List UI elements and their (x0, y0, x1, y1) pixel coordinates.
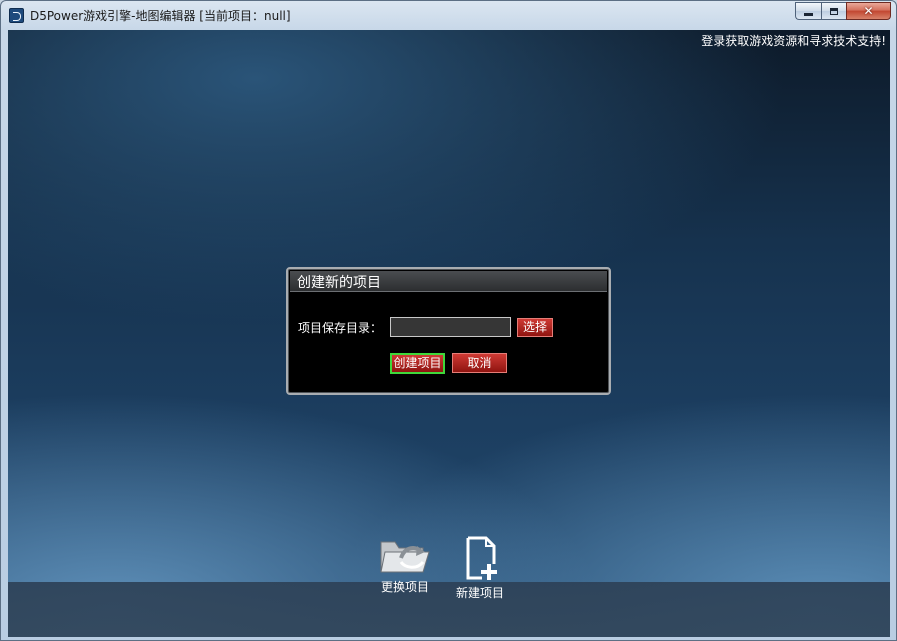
dialog-title: 创建新的项目 (297, 275, 381, 291)
save-directory-input[interactable] (390, 317, 511, 337)
window-title: D5Power游戏引擎-地图编辑器 [当前项目：null] (30, 9, 291, 23)
save-directory-label: 项目保存目录： (298, 321, 383, 335)
close-button[interactable]: ✕ (846, 2, 891, 20)
switch-project-label: 更换项目 (380, 580, 429, 594)
open-folder-icon (380, 541, 430, 573)
minimize-icon (796, 3, 821, 19)
app-logo-icon (9, 8, 24, 23)
editor-workspace: 登录获取游戏资源和寻求技术支持! 创建新的项目 项目保存目录： 选择 创建项目 … (8, 30, 890, 637)
browse-button[interactable]: 选择 (517, 318, 553, 337)
create-project-dialog: 创建新的项目 项目保存目录： 选择 创建项目 取消 (286, 267, 611, 395)
cancel-button[interactable]: 取消 (452, 353, 507, 373)
create-project-button[interactable]: 创建项目 (390, 353, 445, 374)
minimize-button[interactable] (795, 2, 821, 20)
new-document-icon (466, 536, 497, 580)
window-controls: ✕ (795, 2, 891, 21)
new-project-button[interactable]: 新建项目 (448, 536, 512, 601)
dialog-header[interactable]: 创建新的项目 (290, 271, 607, 292)
close-icon: ✕ (863, 4, 874, 18)
maximize-button[interactable] (821, 2, 846, 20)
switch-project-button[interactable]: 更换项目 (373, 536, 437, 595)
maximize-icon (822, 3, 846, 19)
title-bar[interactable]: D5Power游戏引擎-地图编辑器 [当前项目：null] ✕ (1, 1, 896, 30)
support-link[interactable]: 登录获取游戏资源和寻求技术支持! (701, 32, 886, 49)
new-project-label: 新建项目 (455, 586, 504, 600)
app-window: D5Power游戏引擎-地图编辑器 [当前项目：null] ✕ 登录获取游戏资源… (0, 0, 897, 641)
